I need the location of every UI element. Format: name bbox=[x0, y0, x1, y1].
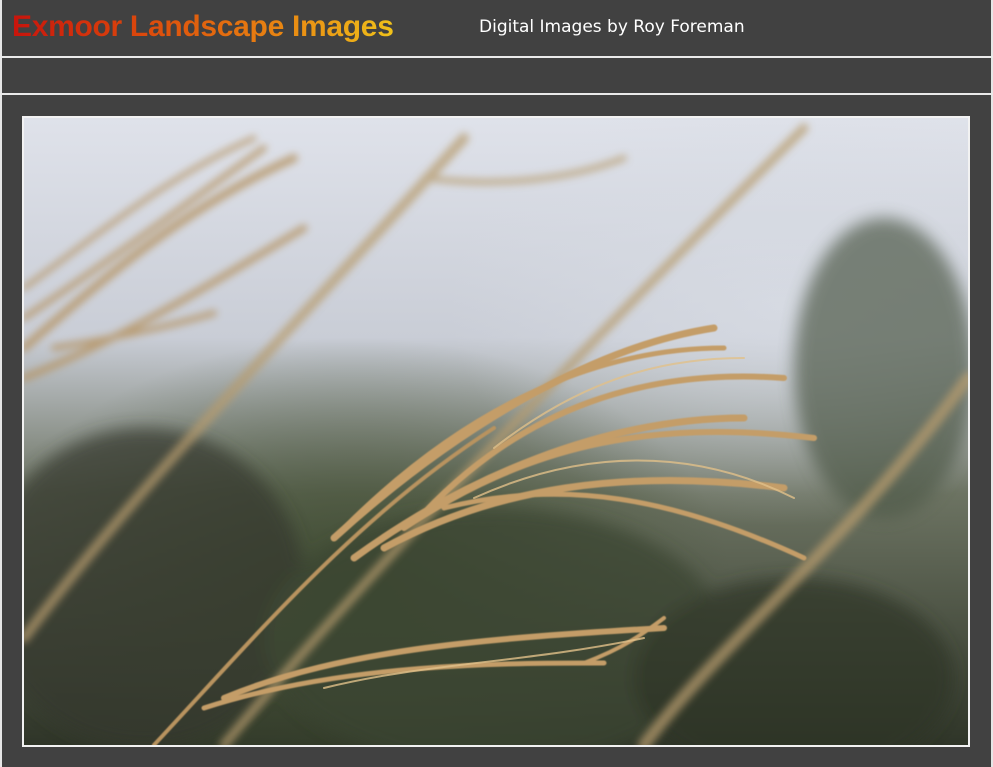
main-photo[interactable] bbox=[22, 116, 970, 747]
site-header: Exmoor Landscape Images Digital Images b… bbox=[0, 0, 993, 58]
grass-seedheads-image bbox=[24, 118, 968, 745]
site-title[interactable]: Exmoor Landscape Images bbox=[12, 7, 394, 47]
nav-bar bbox=[0, 60, 993, 95]
site-subtitle: Digital Images by Roy Foreman bbox=[479, 17, 745, 37]
